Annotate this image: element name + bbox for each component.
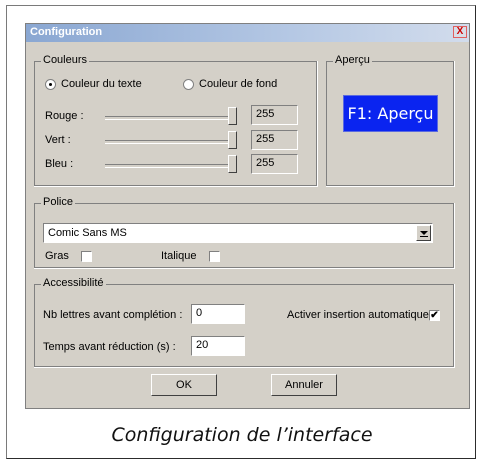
font-select-value: Comic Sans MS — [48, 227, 127, 239]
rouge-slider-track[interactable] — [105, 116, 235, 120]
radio-couleur-fond-label: Couleur de fond — [199, 78, 278, 90]
accessibilite-legend: Accessibilité — [41, 277, 106, 289]
italique-label: Italique — [161, 250, 197, 262]
apercu-group: Aperçu F1: Aperçu — [326, 54, 455, 187]
couleurs-group: Couleurs Couleur du texte Couleur de fon… — [34, 54, 318, 187]
ok-button[interactable]: OK — [151, 374, 217, 396]
vert-slider-track[interactable] — [105, 140, 235, 144]
gras-checkbox[interactable] — [81, 251, 92, 262]
title-bar[interactable]: Configuration X — [26, 24, 469, 42]
nb-lettres-input[interactable]: 0 — [191, 304, 245, 324]
apercu-preview: F1: Aperçu — [343, 95, 438, 132]
accessibilite-group: Accessibilité Nb lettres avant complétio… — [34, 277, 455, 368]
auto-insert-label: Activer insertion automatique — [287, 309, 429, 321]
annuler-button[interactable]: Annuler — [271, 374, 337, 396]
radio-couleur-texte[interactable]: Couleur du texte — [45, 78, 142, 90]
rouge-value[interactable]: 255 — [251, 105, 298, 125]
auto-insert-checkbox[interactable]: ✔ — [429, 310, 440, 321]
bleu-label: Bleu : — [45, 158, 74, 170]
bleu-slider-track[interactable] — [105, 164, 235, 168]
radio-unselected-icon — [183, 78, 194, 90]
radio-selected-icon — [45, 78, 56, 90]
bleu-slider-thumb[interactable] — [228, 155, 237, 173]
window-title: Configuration — [30, 26, 103, 38]
gras-label: Gras — [45, 250, 69, 262]
apercu-legend: Aperçu — [333, 54, 372, 66]
configuration-dialog: Configuration X Couleurs Couleur du text… — [25, 23, 470, 409]
police-group: Police Comic Sans MS Gras Italique — [34, 196, 455, 269]
figure-caption: Configuration de l’interface — [111, 424, 373, 446]
italique-checkbox[interactable] — [209, 251, 220, 262]
police-legend: Police — [41, 196, 75, 208]
temps-label: Temps avant réduction (s) : — [43, 341, 176, 353]
radio-couleur-texte-label: Couleur du texte — [61, 78, 142, 90]
vert-label: Vert : — [45, 134, 71, 146]
radio-couleur-fond[interactable]: Couleur de fond — [183, 78, 277, 90]
chevron-down-icon[interactable] — [416, 225, 431, 241]
rouge-slider-thumb[interactable] — [228, 107, 237, 125]
rouge-label: Rouge : — [45, 110, 84, 122]
bleu-value[interactable]: 255 — [251, 154, 298, 174]
couleurs-legend: Couleurs — [41, 54, 90, 66]
nb-lettres-label: Nb lettres avant complétion : — [43, 309, 183, 321]
vert-slider-thumb[interactable] — [228, 131, 237, 149]
temps-input[interactable]: 20 — [191, 336, 245, 356]
vert-value[interactable]: 255 — [251, 130, 298, 150]
close-icon[interactable]: X — [453, 26, 467, 38]
font-select[interactable]: Comic Sans MS — [43, 223, 433, 243]
